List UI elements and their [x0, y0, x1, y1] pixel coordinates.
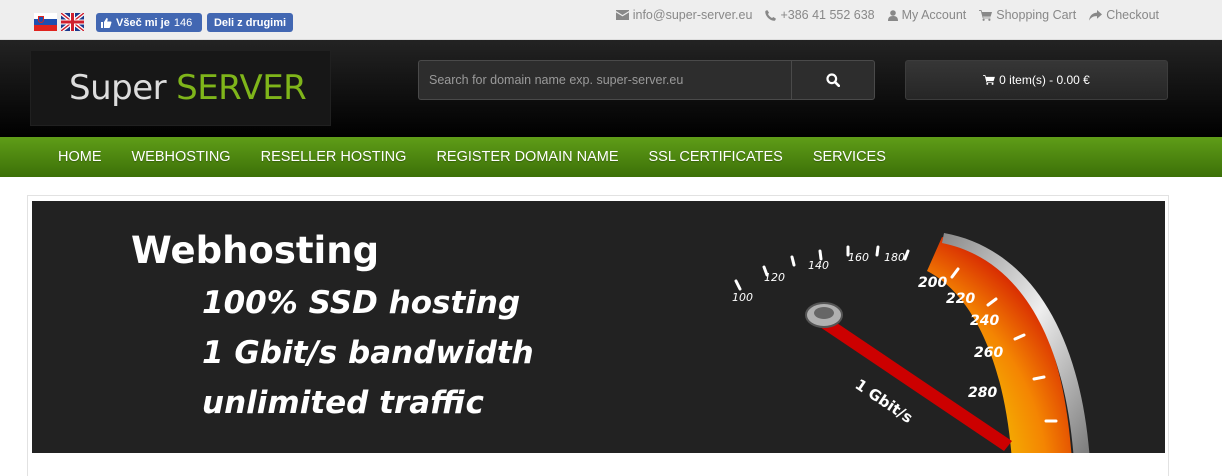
- facebook-like-label: Všeč mi je: [116, 16, 170, 29]
- cart-icon: [979, 9, 993, 21]
- speedometer-icon: 100 120 140 160 180 200 220 240 260 280 …: [732, 233, 1090, 453]
- gauge-tick-160: 160: [848, 251, 869, 264]
- checkout-label: Checkout: [1106, 8, 1159, 22]
- shopping-cart-label: Shopping Cart: [996, 8, 1077, 22]
- nav-item-webhosting[interactable]: WEBHOSTING: [117, 149, 246, 165]
- domain-search-input[interactable]: [418, 60, 791, 100]
- phone-link[interactable]: +386 41 552 638: [765, 8, 875, 22]
- gauge-tick-220: 220: [946, 291, 975, 307]
- site-header: Super SERVER 0 item(s) - 0.00 €: [0, 40, 1222, 137]
- gauge-tick-140: 140: [808, 259, 829, 272]
- logo-text-server: SERVER: [176, 68, 307, 108]
- checkout-link[interactable]: Checkout: [1089, 8, 1159, 22]
- nav-item-reseller-hosting[interactable]: RESELLER HOSTING: [246, 149, 422, 165]
- share-icon: [1089, 9, 1103, 21]
- phone-icon: [765, 9, 777, 21]
- nav-item-ssl-certificates[interactable]: SSL CERTIFICATES: [634, 149, 798, 165]
- logo-text-super: Super: [69, 68, 167, 108]
- gauge-tick-240: 240: [970, 313, 999, 329]
- facebook-share-button[interactable]: Deli z drugimi: [207, 13, 293, 32]
- banner-container: Webhosting 100% SSD hosting 1 Gbit/s ban…: [27, 195, 1169, 476]
- gauge-tick-200: 200: [918, 275, 947, 291]
- top-links: info@super-server.eu +386 41 552 638 My …: [615, 8, 1159, 22]
- banner-line-ssd: 100% SSD hosting: [202, 285, 521, 321]
- shopping-cart-link[interactable]: Shopping Cart: [979, 8, 1076, 22]
- user-icon: [887, 9, 898, 21]
- banner-line-traffic: unlimited traffic: [202, 385, 484, 421]
- main-nav: HOME WEBHOSTING RESELLER HOSTING REGISTE…: [0, 137, 1222, 177]
- nav-item-register-domain[interactable]: REGISTER DOMAIN NAME: [421, 149, 633, 165]
- banner-line-bandwidth: 1 Gbit/s bandwidth: [202, 335, 534, 371]
- facebook-like-button[interactable]: Všeč mi je 146: [96, 13, 202, 32]
- top-bar: Všeč mi je 146 Deli z drugimi info@super…: [0, 0, 1222, 40]
- slovenian-flag-icon[interactable]: [34, 13, 57, 31]
- phone-label: +386 41 552 638: [780, 8, 875, 22]
- cart-button[interactable]: 0 item(s) - 0.00 €: [905, 60, 1168, 100]
- search-icon: [826, 73, 840, 87]
- nav-item-home[interactable]: HOME: [43, 149, 117, 165]
- my-account-label: My Account: [901, 8, 967, 22]
- banner-title: Webhosting: [131, 229, 380, 272]
- envelope-icon: [615, 10, 629, 20]
- english-flag-icon[interactable]: [61, 13, 84, 31]
- nav-item-services[interactable]: SERVICES: [798, 149, 901, 165]
- gauge-tick-280: 280: [968, 385, 997, 401]
- search-button[interactable]: [791, 60, 875, 100]
- site-logo[interactable]: Super SERVER: [30, 50, 331, 126]
- gauge-tick-120: 120: [764, 271, 785, 284]
- cart-icon: [983, 75, 996, 85]
- facebook-like-count: 146: [173, 16, 193, 29]
- my-account-link[interactable]: My Account: [887, 8, 967, 22]
- gauge-tick-260: 260: [974, 345, 1003, 361]
- email-link[interactable]: info@super-server.eu: [615, 8, 753, 22]
- cart-summary: 0 item(s) - 0.00 €: [999, 73, 1090, 87]
- thumbs-up-icon: [101, 17, 112, 28]
- webhosting-banner[interactable]: Webhosting 100% SSD hosting 1 Gbit/s ban…: [32, 201, 1165, 453]
- gauge-tick-180: 180: [884, 251, 905, 264]
- email-label: info@super-server.eu: [632, 8, 753, 22]
- gauge-tick-100: 100: [732, 291, 753, 304]
- domain-search: [418, 60, 875, 100]
